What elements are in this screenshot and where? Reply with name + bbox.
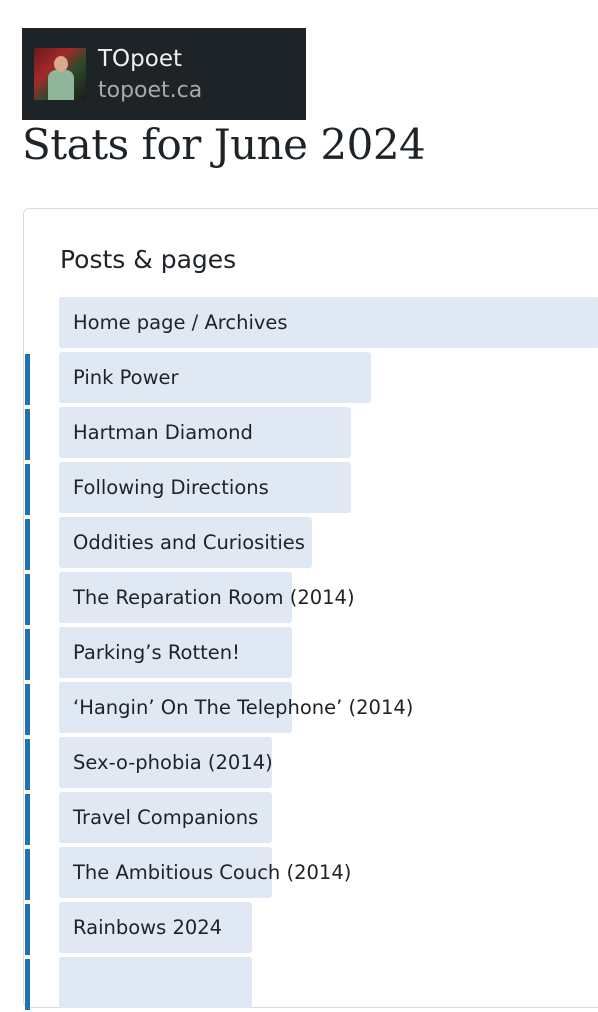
row-label[interactable]: The Ambitious Couch (2014) <box>73 847 351 898</box>
row-marker <box>25 794 30 845</box>
site-url: topoet.ca <box>98 78 203 103</box>
row-marker <box>25 684 30 735</box>
row-label[interactable]: Rainbows 2024 <box>73 902 222 953</box>
list-item[interactable]: The Reparation Room (2014) <box>24 572 598 627</box>
list-item[interactable]: Rainbows 2024 <box>24 902 598 957</box>
row-marker <box>25 849 30 900</box>
row-marker <box>25 354 30 405</box>
list-item[interactable]: Home page / Archives <box>24 297 598 352</box>
list-item[interactable]: Sex-o-phobia (2014) <box>24 737 598 792</box>
row-marker <box>25 629 30 680</box>
list-item[interactable]: Travel Companions <box>24 792 598 847</box>
row-marker <box>25 904 30 955</box>
row-label[interactable]: Hartman Diamond <box>73 407 253 458</box>
row-label[interactable]: Oddities and Curiosities <box>73 517 305 568</box>
site-avatar <box>34 48 86 100</box>
page-title: Stats for June 2024 <box>22 120 426 169</box>
row-label[interactable]: ‘Hangin’ On The Telephone’ (2014) <box>73 682 413 733</box>
list-item[interactable] <box>24 957 598 1012</box>
row-marker <box>25 739 30 790</box>
posts-pages-card: Posts & pages Home page / Archives Pink P… <box>23 208 598 1010</box>
list-item[interactable]: Hartman Diamond <box>24 407 598 462</box>
list-item[interactable]: Parking’s Rotten! <box>24 627 598 682</box>
list-item[interactable]: Oddities and Curiosities <box>24 517 598 572</box>
card-title: Posts & pages <box>60 245 237 274</box>
row-bar <box>59 957 252 1008</box>
row-marker <box>25 409 30 460</box>
row-label[interactable]: Following Directions <box>73 462 269 513</box>
row-label[interactable]: Parking’s Rotten! <box>73 627 240 678</box>
list-item[interactable]: ‘Hangin’ On The Telephone’ (2014) <box>24 682 598 737</box>
row-marker <box>25 574 30 625</box>
posts-list: Home page / Archives Pink Power Hartman Di… <box>24 297 598 1012</box>
list-item[interactable]: The Ambitious Couch (2014) <box>24 847 598 902</box>
list-item[interactable]: Pink Power <box>24 352 598 407</box>
list-item[interactable]: Following Directions <box>24 462 598 517</box>
site-switcher[interactable]: TOpoet topoet.ca <box>22 28 306 120</box>
row-marker <box>25 519 30 570</box>
row-label[interactable]: Home page / Archives <box>73 297 288 348</box>
row-label[interactable]: The Reparation Room (2014) <box>73 572 355 623</box>
row-label[interactable]: Sex-o-phobia (2014) <box>73 737 273 788</box>
row-label[interactable]: Pink Power <box>73 352 179 403</box>
row-marker <box>25 464 30 515</box>
row-marker <box>25 959 30 1010</box>
row-label[interactable]: Travel Companions <box>73 792 258 843</box>
site-name: TOpoet <box>98 46 182 72</box>
